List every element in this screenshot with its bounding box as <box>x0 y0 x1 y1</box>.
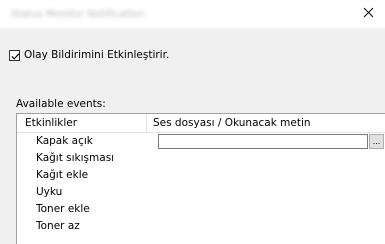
event-name: Kapak açık <box>36 135 93 147</box>
sound-file-input[interactable] <box>158 134 368 149</box>
event-name: Uyku <box>36 186 63 198</box>
dialog-body: Olay Bildirimini Etkinleştirir. Availabl… <box>0 28 385 244</box>
browse-button[interactable]: ... <box>369 134 384 149</box>
title-bar: Status Monitor Notification <box>0 0 385 28</box>
event-row[interactable]: Toner ekle <box>17 201 385 218</box>
enable-event-notification-option[interactable]: Olay Bildirimini Etkinleştirir. <box>9 49 169 61</box>
event-name: Kağıt sıkışması <box>36 152 115 164</box>
event-row[interactable]: Toner az <box>17 218 385 235</box>
enable-event-notification-label: Olay Bildirimini Etkinleştirir. <box>24 49 170 61</box>
event-name: Kağıt ekle <box>36 169 89 181</box>
events-list: Etkinlikler Ses dosyası / Okunacak metin… <box>16 113 385 244</box>
column-header-events[interactable]: Etkinlikler <box>25 117 77 129</box>
event-name: Toner az <box>36 220 80 232</box>
enable-event-notification-checkbox[interactable] <box>9 49 20 61</box>
window-title: Status Monitor Notification <box>11 9 145 20</box>
available-events-label: Available events: <box>16 98 106 110</box>
checkmark-icon <box>11 52 20 60</box>
event-row[interactable]: Kağıt ekle <box>17 167 385 184</box>
close-icon <box>363 7 374 18</box>
event-row[interactable]: Kağıt sıkışması <box>17 150 385 167</box>
close-button[interactable] <box>355 0 381 24</box>
event-name: Toner ekle <box>36 203 90 215</box>
event-row[interactable]: Kapak açık ... <box>17 133 385 150</box>
event-row[interactable]: Uyku <box>17 184 385 201</box>
column-header-sound-file[interactable]: Ses dosyası / Okunacak metin <box>153 117 311 129</box>
column-divider[interactable] <box>146 114 147 132</box>
list-header: Etkinlikler Ses dosyası / Okunacak metin <box>17 114 385 133</box>
